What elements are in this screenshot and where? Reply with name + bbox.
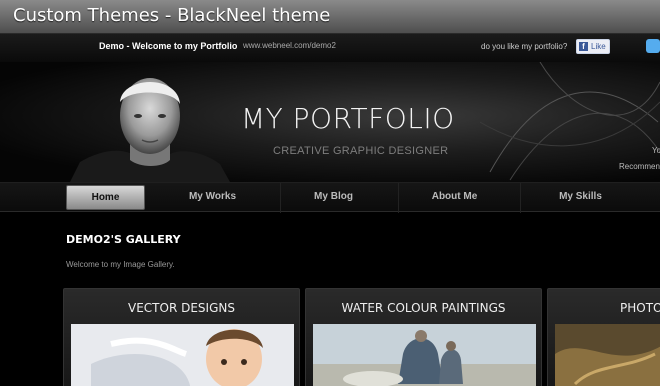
like-question: do you like my portfolio?	[481, 42, 568, 51]
site-url-link[interactable]: www.webneel.com/demo2	[243, 41, 336, 50]
gallery-card-water-colour[interactable]: WATER COLOUR PAINTINGS	[305, 288, 542, 386]
card-title: WATER COLOUR PAINTINGS	[341, 301, 506, 315]
gallery-subtitle: Welcome to my Image Gallery.	[66, 260, 175, 269]
facebook-like-button[interactable]: f Like	[576, 39, 610, 54]
photo-image	[555, 324, 660, 386]
website-viewport: Demo - Welcome to my Portfolio www.webne…	[0, 34, 660, 386]
gallery-card-vector-designs[interactable]: VECTOR DESIGNS	[63, 288, 300, 386]
top-strip: Demo - Welcome to my Portfolio www.webne…	[0, 34, 660, 62]
nav-my-works[interactable]: My Works	[160, 183, 265, 213]
brand-heading: MY PORTFOLIO	[241, 102, 455, 135]
like-label: Like	[591, 42, 606, 51]
facebook-icon: f	[579, 42, 588, 51]
window-title-bar: Custom Themes - BlackNeel theme	[0, 0, 660, 34]
main-navigation: Home My Works My Blog About Me My Skills	[0, 182, 660, 213]
card-title: PHOTO	[620, 301, 660, 315]
recommend-text-fragment: Recommen	[619, 162, 660, 171]
baby-illustration-image	[71, 324, 294, 386]
nav-my-blog[interactable]: My Blog	[280, 183, 386, 213]
gallery-title: DEMO2'S GALLERY	[66, 233, 181, 246]
side-text-fragment: Yo	[652, 146, 660, 155]
card-title: VECTOR DESIGNS	[128, 301, 235, 315]
header-banner: MY PORTFOLIO CREATIVE GRAPHIC DESIGNER Y…	[0, 62, 660, 182]
nav-home[interactable]: Home	[66, 185, 145, 210]
tagline: CREATIVE GRAPHIC DESIGNER	[273, 145, 449, 157]
watercolour-painting-image	[313, 324, 536, 386]
site-title: Demo - Welcome to my Portfolio	[99, 41, 238, 51]
nav-about-me[interactable]: About Me	[398, 183, 510, 213]
nav-my-skills[interactable]: My Skills	[520, 183, 640, 213]
gallery-card-photo[interactable]: PHOTO	[547, 288, 660, 386]
twitter-icon[interactable]	[646, 39, 660, 53]
window-title: Custom Themes - BlackNeel theme	[13, 5, 331, 26]
portrait-photo	[70, 78, 230, 182]
